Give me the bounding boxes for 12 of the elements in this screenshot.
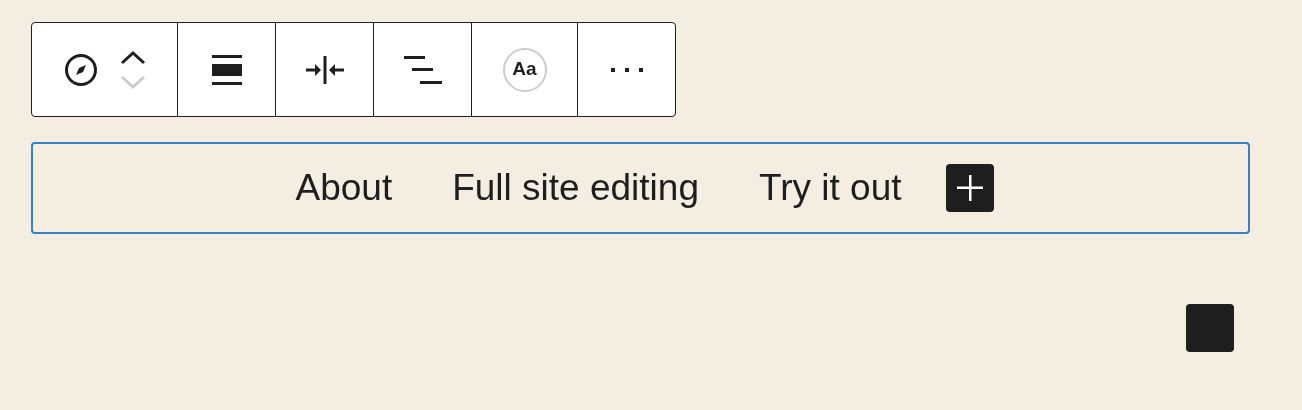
add-item-button[interactable] (945, 164, 994, 212)
orientation-icon[interactable] (403, 55, 442, 84)
plus-icon (956, 175, 983, 201)
navigation-icon[interactable] (63, 52, 98, 87)
align-full-icon[interactable] (211, 53, 242, 86)
more-options-icon[interactable] (610, 66, 643, 73)
nav-link[interactable]: Full site editing (452, 160, 699, 216)
justify-center-icon[interactable] (305, 55, 344, 84)
nav-link[interactable]: Try it out (758, 160, 902, 216)
move-up-icon[interactable] (119, 49, 146, 66)
nav-link[interactable]: About (295, 160, 393, 216)
typography-button[interactable]: Aa (502, 47, 547, 92)
